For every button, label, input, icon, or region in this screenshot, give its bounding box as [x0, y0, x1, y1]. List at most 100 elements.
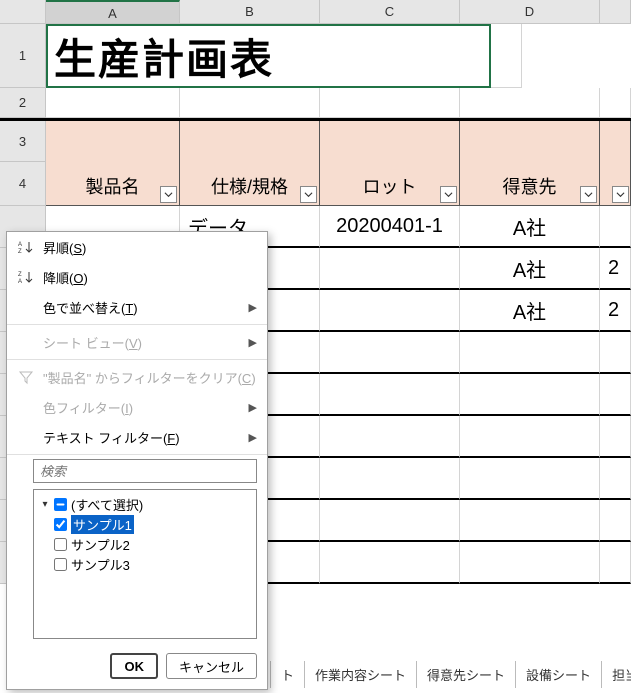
header-product[interactable]: 製品名	[46, 162, 180, 206]
sheet-view: シート ビュー(V) ▶	[7, 327, 267, 357]
sort-by-color[interactable]: 色で並べ替え(T) ▶	[7, 292, 267, 322]
cell-E1[interactable]	[491, 24, 522, 88]
cell-C3[interactable]	[320, 121, 460, 162]
cell-e[interactable]	[600, 500, 631, 542]
cell-customer[interactable]	[460, 500, 600, 542]
cell-customer[interactable]	[460, 332, 600, 374]
sort-descending[interactable]: ZA 降順(O)	[7, 262, 267, 292]
col-header-B[interactable]: B	[180, 0, 320, 23]
header-lot[interactable]: ロット	[320, 162, 460, 206]
select-all-label: (すべて選択)	[71, 495, 143, 514]
col-header-A[interactable]: A	[46, 0, 180, 23]
row-header-1[interactable]: 1	[0, 24, 46, 88]
filter-value-list[interactable]: ▾ (すべて選択) サンプル1 サンプル2 サンプル3	[33, 489, 257, 639]
filter-item-2[interactable]: サンプル2	[40, 534, 250, 554]
cell-lot[interactable]	[320, 248, 460, 290]
cell-A1-title[interactable]: 生産計画表	[46, 24, 491, 88]
filter-button-product[interactable]	[160, 186, 177, 203]
cell-e[interactable]	[600, 332, 631, 374]
row-header-3[interactable]: 3	[0, 121, 46, 162]
row-header-4[interactable]: 4	[0, 162, 46, 206]
cell-customer[interactable]: A社	[460, 206, 600, 248]
header-col-e[interactable]	[600, 162, 631, 206]
cell-e[interactable]: 2	[600, 290, 631, 332]
sheet-tab-customer[interactable]: 得意先シート	[417, 661, 516, 688]
filter-button-customer[interactable]	[580, 186, 597, 203]
color-filter: 色フィルター(I) ▶	[7, 392, 267, 422]
cell-e[interactable]	[600, 416, 631, 458]
cell-lot[interactable]	[320, 500, 460, 542]
chevron-down-icon	[304, 190, 313, 199]
cell-lot[interactable]	[320, 374, 460, 416]
cell-B3[interactable]	[180, 121, 320, 162]
filter-item-1-checkbox[interactable]	[54, 518, 67, 531]
header-customer[interactable]: 得意先	[460, 162, 600, 206]
cell-e[interactable]: 2	[600, 248, 631, 290]
chevron-down-icon	[164, 190, 173, 199]
cell-D3[interactable]	[460, 121, 600, 162]
cell-B2[interactable]	[180, 88, 320, 118]
cell-lot[interactable]	[320, 458, 460, 500]
svg-text:A: A	[18, 242, 22, 248]
filter-item-1[interactable]: サンプル1	[40, 514, 250, 534]
filter-item-3-checkbox[interactable]	[54, 558, 67, 571]
row-3: 3	[0, 118, 631, 162]
cell-lot[interactable]: 20200401-1	[320, 206, 460, 248]
filter-search-input[interactable]	[33, 459, 257, 483]
filter-button-lot[interactable]	[440, 186, 457, 203]
filter-item-2-checkbox[interactable]	[54, 538, 67, 551]
sort-ascending[interactable]: AZ 昇順(S)	[7, 232, 267, 262]
sort-asc-icon: AZ	[17, 238, 35, 256]
cell-customer[interactable]	[460, 542, 600, 584]
cancel-button[interactable]: キャンセル	[166, 653, 257, 679]
cell-lot[interactable]	[320, 332, 460, 374]
clear-filter-icon	[17, 368, 35, 386]
cell-lot[interactable]	[320, 542, 460, 584]
cell-E2[interactable]	[600, 88, 631, 118]
sheet-title: 生産計画表	[54, 26, 274, 87]
select-all-checkbox[interactable]	[54, 498, 67, 511]
header-spec[interactable]: 仕様/規格	[180, 162, 320, 206]
dropdown-buttons: OK キャンセル	[7, 645, 267, 689]
sheet-tab-equipment[interactable]: 設備シート	[516, 661, 602, 688]
cell-customer[interactable]	[460, 374, 600, 416]
filter-button-col-e[interactable]	[612, 186, 629, 203]
svg-text:Z: Z	[18, 272, 22, 278]
row-1: 1 生産計画表	[0, 24, 631, 88]
cell-e[interactable]	[600, 374, 631, 416]
row-header-2[interactable]: 2	[0, 88, 46, 118]
text-filter[interactable]: テキスト フィルター(F) ▶	[7, 422, 267, 452]
tree-collapse-icon[interactable]: ▾	[40, 499, 50, 510]
cell-e[interactable]	[600, 458, 631, 500]
cell-lot[interactable]	[320, 416, 460, 458]
cell-customer[interactable]: A社	[460, 290, 600, 332]
cell-e[interactable]	[600, 206, 631, 248]
sheet-tab-partial-left[interactable]: ト	[270, 661, 305, 688]
cell-lot[interactable]	[320, 290, 460, 332]
cell-customer[interactable]	[460, 416, 600, 458]
sheet-tab-partial-right[interactable]: 担当	[602, 661, 631, 688]
cell-e[interactable]	[600, 542, 631, 584]
sheet-tab-work[interactable]: 作業内容シート	[305, 661, 417, 688]
filter-search-box	[33, 459, 257, 483]
separator	[7, 454, 267, 455]
cell-C2[interactable]	[320, 88, 460, 118]
filter-button-spec[interactable]	[300, 186, 317, 203]
ok-button[interactable]: OK	[110, 653, 158, 679]
col-header-C[interactable]: C	[320, 0, 460, 23]
cell-E3[interactable]	[600, 121, 631, 162]
select-all-item[interactable]: ▾ (すべて選択)	[40, 494, 250, 514]
cell-A2[interactable]	[46, 88, 180, 118]
col-header-E[interactable]	[600, 0, 631, 23]
cell-A3[interactable]	[46, 121, 180, 162]
cell-D2[interactable]	[460, 88, 600, 118]
column-header-row: A B C D	[0, 0, 631, 24]
cell-customer[interactable]	[460, 458, 600, 500]
header-lot-label: ロット	[363, 173, 417, 199]
clear-filter: "製品名" からフィルターをクリア(C)	[7, 362, 267, 392]
sheet-tab-bar: ト 作業内容シート 得意先シート 設備シート 担当	[270, 659, 631, 689]
cell-customer[interactable]: A社	[460, 248, 600, 290]
col-header-D[interactable]: D	[460, 0, 600, 23]
select-all-corner[interactable]	[0, 0, 46, 23]
filter-item-3[interactable]: サンプル3	[40, 554, 250, 574]
